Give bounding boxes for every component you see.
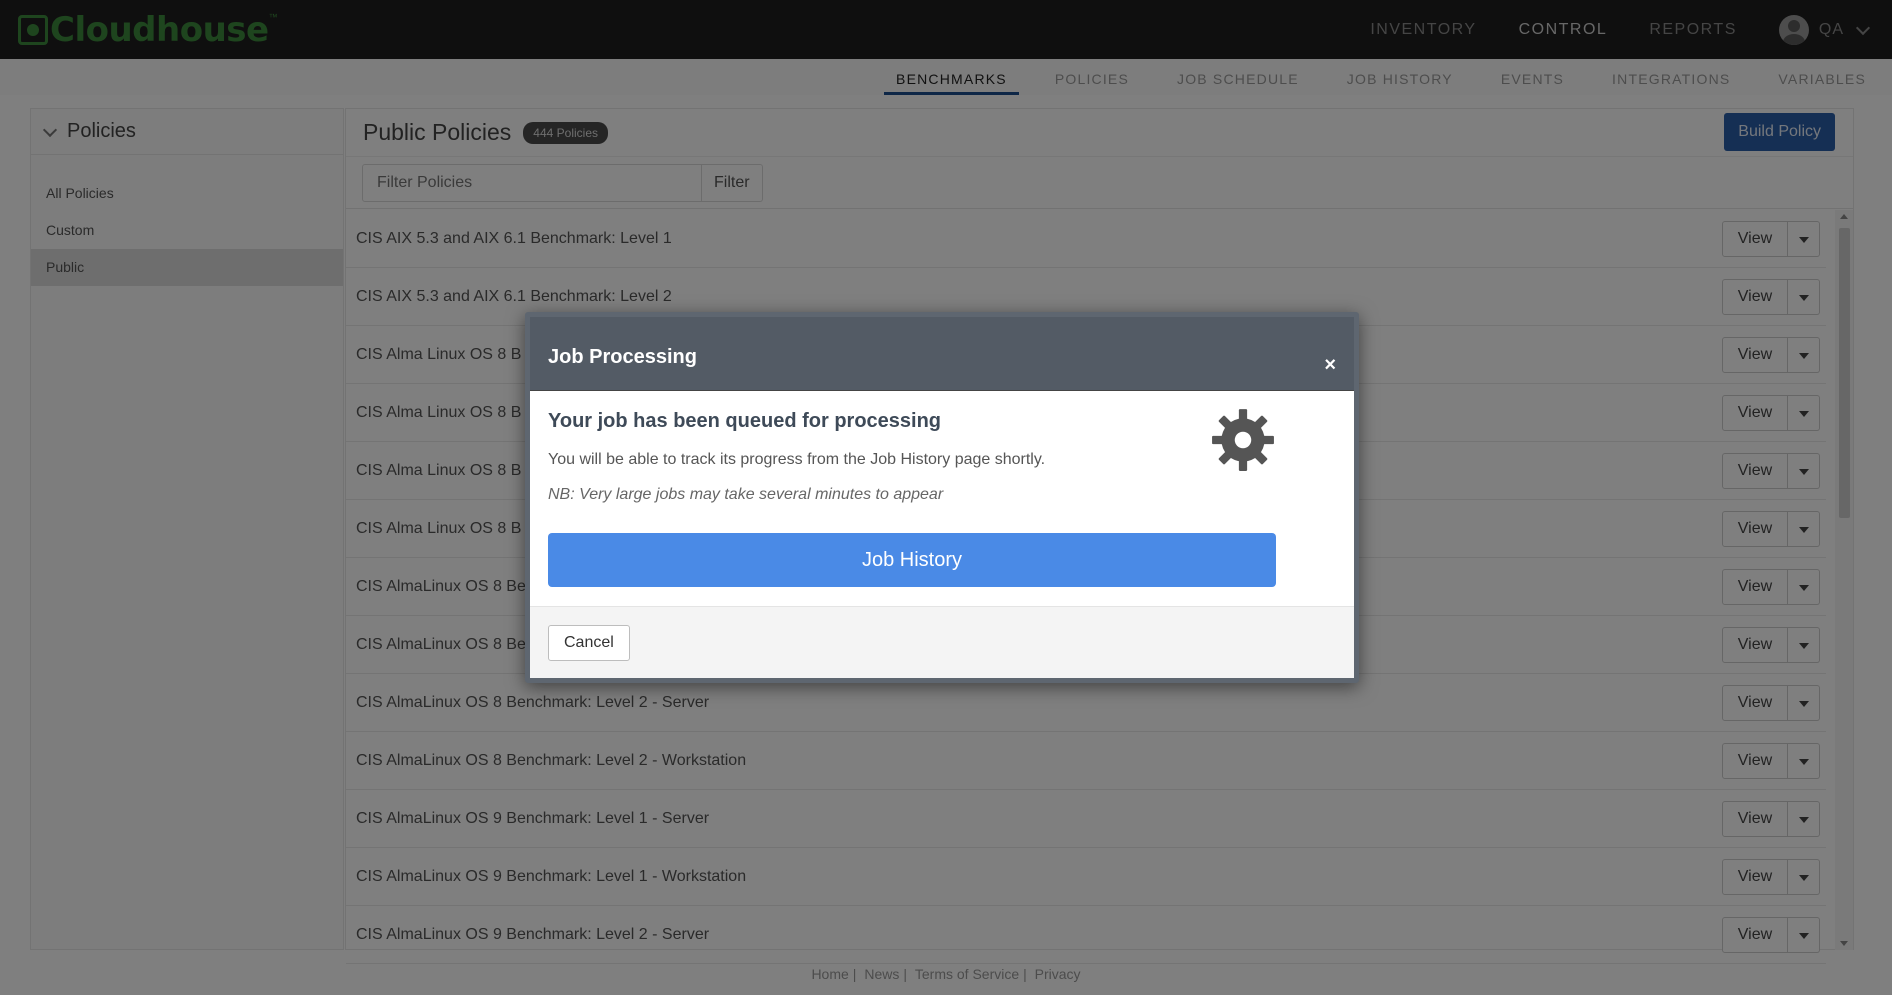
modal-note: NB: Very large jobs may take several min… (548, 486, 944, 503)
modal-heading: Your job has been queued for processing (548, 410, 942, 432)
modal-footer: Cancel (530, 606, 1354, 678)
job-history-button[interactable]: Job History (548, 533, 1276, 587)
modal-message: You will be able to track its progress f… (548, 451, 1046, 468)
modal-header: Job Processing × (530, 317, 1354, 391)
cancel-button[interactable]: Cancel (548, 625, 630, 661)
job-processing-modal: Job Processing × Your job has been queue… (525, 312, 1359, 683)
close-icon[interactable]: × (1324, 355, 1336, 375)
modal-title: Job Processing (548, 346, 697, 368)
gear-icon (1212, 409, 1274, 471)
modal-body: Your job has been queued for processing … (530, 391, 1354, 606)
